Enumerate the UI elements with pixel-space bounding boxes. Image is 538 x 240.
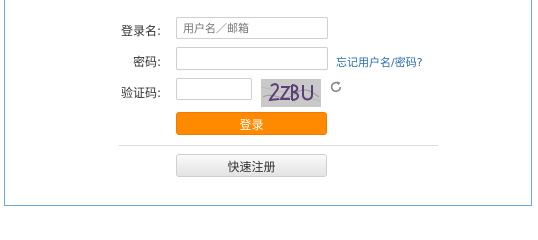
register-button[interactable]: 快速注册 — [176, 154, 327, 177]
username-label: 登录名: — [120, 24, 161, 38]
password-input[interactable] — [176, 47, 328, 70]
forgot-password-link[interactable]: 忘记用户名/密码? — [336, 54, 423, 70]
divider — [119, 145, 438, 146]
password-label: 密码: — [132, 55, 161, 69]
captcha-image[interactable] — [260, 79, 322, 107]
captcha-input[interactable] — [176, 78, 252, 100]
captcha-label: 验证码: — [120, 86, 161, 100]
refresh-icon[interactable] — [329, 80, 343, 94]
captcha-glyphs — [260, 83, 322, 102]
login-button[interactable]: 登录 — [176, 112, 327, 135]
username-input[interactable] — [176, 17, 328, 39]
